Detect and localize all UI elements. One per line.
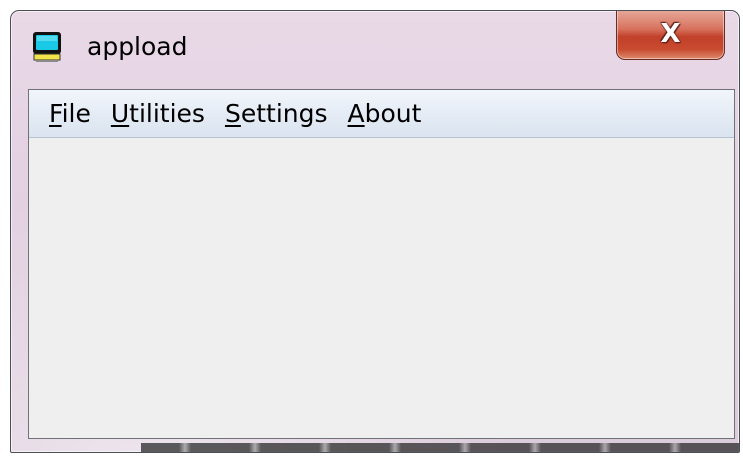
menu-about[interactable]: About bbox=[338, 90, 432, 138]
menu-bar: File Utilities Settings About bbox=[29, 90, 734, 138]
computer-monitor-icon bbox=[33, 32, 61, 62]
menu-utilities-label: tilities bbox=[129, 98, 205, 128]
title-bar[interactable]: appload X bbox=[11, 11, 739, 87]
menu-file[interactable]: File bbox=[39, 90, 101, 138]
close-icon: X bbox=[660, 18, 681, 49]
window-bottom-edge bbox=[141, 443, 739, 452]
window-title: appload bbox=[87, 32, 188, 61]
content-area bbox=[29, 138, 734, 438]
menu-settings-mnemonic: S bbox=[224, 98, 241, 128]
menu-file-label: ile bbox=[61, 98, 91, 128]
menu-settings-label: ettings bbox=[240, 98, 328, 128]
menu-about-mnemonic: A bbox=[347, 98, 365, 128]
app-window: appload X File Utilities Settings About bbox=[10, 10, 740, 453]
menu-file-mnemonic: F bbox=[49, 98, 62, 128]
menu-settings[interactable]: Settings bbox=[215, 90, 338, 138]
menu-utilities[interactable]: Utilities bbox=[101, 90, 215, 138]
close-button[interactable]: X bbox=[616, 11, 725, 60]
menu-utilities-mnemonic: U bbox=[110, 98, 130, 128]
client-area: File Utilities Settings About bbox=[28, 89, 735, 439]
menu-about-label: bout bbox=[364, 98, 422, 128]
